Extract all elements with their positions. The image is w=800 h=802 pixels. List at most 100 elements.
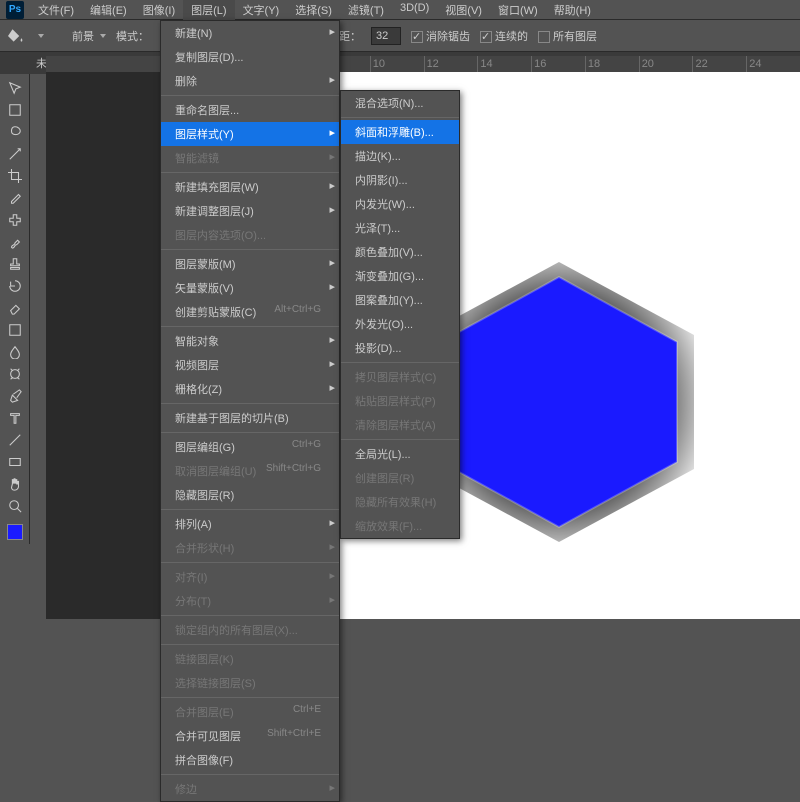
fg-dropdown-icon[interactable] (100, 34, 106, 38)
menu-separator (161, 697, 339, 698)
wand-tool[interactable] (3, 144, 27, 164)
layer-style-item[interactable]: 外发光(O)... (341, 312, 459, 336)
path-tool[interactable] (3, 430, 27, 450)
gradient-tool[interactable] (3, 320, 27, 340)
crop-tool[interactable] (3, 166, 27, 186)
menu-item-label: 图层编组(G) (175, 439, 235, 455)
layer-menu-item[interactable]: 合并可见图层Shift+Ctrl+E (161, 724, 339, 748)
layer-style-item[interactable]: 图案叠加(Y)... (341, 288, 459, 312)
menu-item-label: 视频图层 (175, 357, 219, 373)
layer-menu-item[interactable]: 隐藏图层(R) (161, 483, 339, 507)
menu-item-label: 斜面和浮雕(B)... (355, 124, 434, 140)
brush-tool[interactable] (3, 232, 27, 252)
menu-separator (161, 615, 339, 616)
ruler-tick: 14 (477, 56, 531, 72)
menu-item-label: 智能滤镜 (175, 150, 219, 166)
menu-item-label: 混合选项(N)... (355, 95, 423, 111)
layer-style-item: 粘贴图层样式(P) (341, 389, 459, 413)
layer-style-item[interactable]: 斜面和浮雕(B)... (341, 120, 459, 144)
menu-文字(Y)[interactable]: 文字(Y) (235, 0, 288, 21)
marquee-tool[interactable] (3, 100, 27, 120)
menu-编辑(E)[interactable]: 编辑(E) (82, 0, 135, 21)
layer-menu-item[interactable]: 新建填充图层(W) (161, 175, 339, 199)
layer-style-item[interactable]: 渐变叠加(G)... (341, 264, 459, 288)
layer-menu-item[interactable]: 图层编组(G)Ctrl+G (161, 435, 339, 459)
layer-menu-item[interactable]: 新建基于图层的切片(B) (161, 406, 339, 430)
layer-style-item[interactable]: 颜色叠加(V)... (341, 240, 459, 264)
menu-文件(F)[interactable]: 文件(F) (30, 0, 82, 21)
layer-style-item[interactable]: 光泽(T)... (341, 216, 459, 240)
hand-tool[interactable] (3, 474, 27, 494)
ruler-tick: 18 (585, 56, 639, 72)
menu-item-label: 新建基于图层的切片(B) (175, 410, 289, 426)
foreground-label[interactable]: 前景 (72, 28, 94, 44)
menu-item-label: 复制图层(D)... (175, 49, 243, 65)
menu-图层(L)[interactable]: 图层(L) (183, 0, 234, 21)
layer-menu-item[interactable]: 创建剪贴蒙版(C)Alt+Ctrl+G (161, 300, 339, 324)
lasso-tool[interactable] (3, 122, 27, 142)
dodge-tool[interactable] (3, 364, 27, 384)
pen-tool[interactable] (3, 386, 27, 406)
layer-menu-item[interactable]: 智能对象 (161, 329, 339, 353)
foreground-color-swatch[interactable] (7, 524, 23, 540)
layer-menu-item[interactable]: 排列(A) (161, 512, 339, 536)
menu-窗口(W)[interactable]: 窗口(W) (490, 0, 546, 21)
menu-item-label: 隐藏图层(R) (175, 487, 234, 503)
layer-menu-item[interactable]: 矢量蒙版(V) (161, 276, 339, 300)
layer-menu-item[interactable]: 复制图层(D)... (161, 45, 339, 69)
move-tool[interactable] (3, 78, 27, 98)
layer-style-item[interactable]: 混合选项(N)... (341, 91, 459, 115)
menu-帮助(H)[interactable]: 帮助(H) (546, 0, 599, 21)
shape-tool[interactable] (3, 452, 27, 472)
menu-item-label: 颜色叠加(V)... (355, 244, 423, 260)
menu-item-label: 内阴影(I)... (355, 172, 408, 188)
eraser-tool[interactable] (3, 298, 27, 318)
layer-menu-item[interactable]: 图层蒙版(M) (161, 252, 339, 276)
menu-item-label: 合并形状(H) (175, 540, 234, 556)
menu-item-label: 锁定组内的所有图层(X)... (175, 622, 298, 638)
layer-menu-item[interactable]: 新建(N) (161, 21, 339, 45)
layer-menu-item[interactable]: 删除 (161, 69, 339, 93)
layer-menu-item: 合并形状(H) (161, 536, 339, 560)
layer-menu-item: 修边 (161, 777, 339, 801)
blur-tool[interactable] (3, 342, 27, 362)
zoom-tool[interactable] (3, 496, 27, 516)
all-layers-checkbox[interactable] (538, 31, 550, 43)
menu-图像(I)[interactable]: 图像(I) (135, 0, 183, 21)
layer-menu-item[interactable]: 重命名图层... (161, 98, 339, 122)
layer-style-item[interactable]: 内发光(W)... (341, 192, 459, 216)
menu-item-label: 新建(N) (175, 25, 212, 41)
menu-item-label: 矢量蒙版(V) (175, 280, 234, 296)
layer-menu-item[interactable]: 拼合图像(F) (161, 748, 339, 772)
menu-滤镜(T)[interactable]: 滤镜(T) (340, 0, 392, 21)
menu-3D(D)[interactable]: 3D(D) (392, 0, 437, 21)
toolbox (0, 74, 30, 544)
menu-item-label: 全局光(L)... (355, 446, 411, 462)
menubar-items: 文件(F)编辑(E)图像(I)图层(L)文字(Y)选择(S)滤镜(T)3D(D)… (30, 0, 599, 21)
menu-item-label: 描边(K)... (355, 148, 401, 164)
layer-menu-item[interactable]: 新建调整图层(J) (161, 199, 339, 223)
layer-style-item[interactable]: 全局光(L)... (341, 442, 459, 466)
layer-style-item[interactable]: 描边(K)... (341, 144, 459, 168)
menu-item-label: 选择链接图层(S) (175, 675, 256, 691)
layer-menu-item[interactable]: 图层样式(Y) (161, 122, 339, 146)
tool-dropdown-icon[interactable] (38, 34, 44, 38)
contiguous-checkbox[interactable] (480, 31, 492, 43)
menu-separator (161, 326, 339, 327)
layer-style-item[interactable]: 内阴影(I)... (341, 168, 459, 192)
layer-style-item[interactable]: 投影(D)... (341, 336, 459, 360)
menu-选择(S)[interactable]: 选择(S) (287, 0, 340, 21)
text-tool[interactable] (3, 408, 27, 428)
menu-视图(V)[interactable]: 视图(V) (437, 0, 490, 21)
history-tool[interactable] (3, 276, 27, 296)
anti-alias-checkbox[interactable] (411, 31, 423, 43)
eyedropper-tool[interactable] (3, 188, 27, 208)
stamp-tool[interactable] (3, 254, 27, 274)
ruler-tick: 10 (370, 56, 424, 72)
menu-separator (341, 439, 459, 440)
heal-tool[interactable] (3, 210, 27, 230)
tolerance-input[interactable]: 32 (371, 27, 401, 45)
layer-menu-item[interactable]: 栅格化(Z) (161, 377, 339, 401)
menu-item-label: 粘贴图层样式(P) (355, 393, 436, 409)
layer-menu-item[interactable]: 视频图层 (161, 353, 339, 377)
